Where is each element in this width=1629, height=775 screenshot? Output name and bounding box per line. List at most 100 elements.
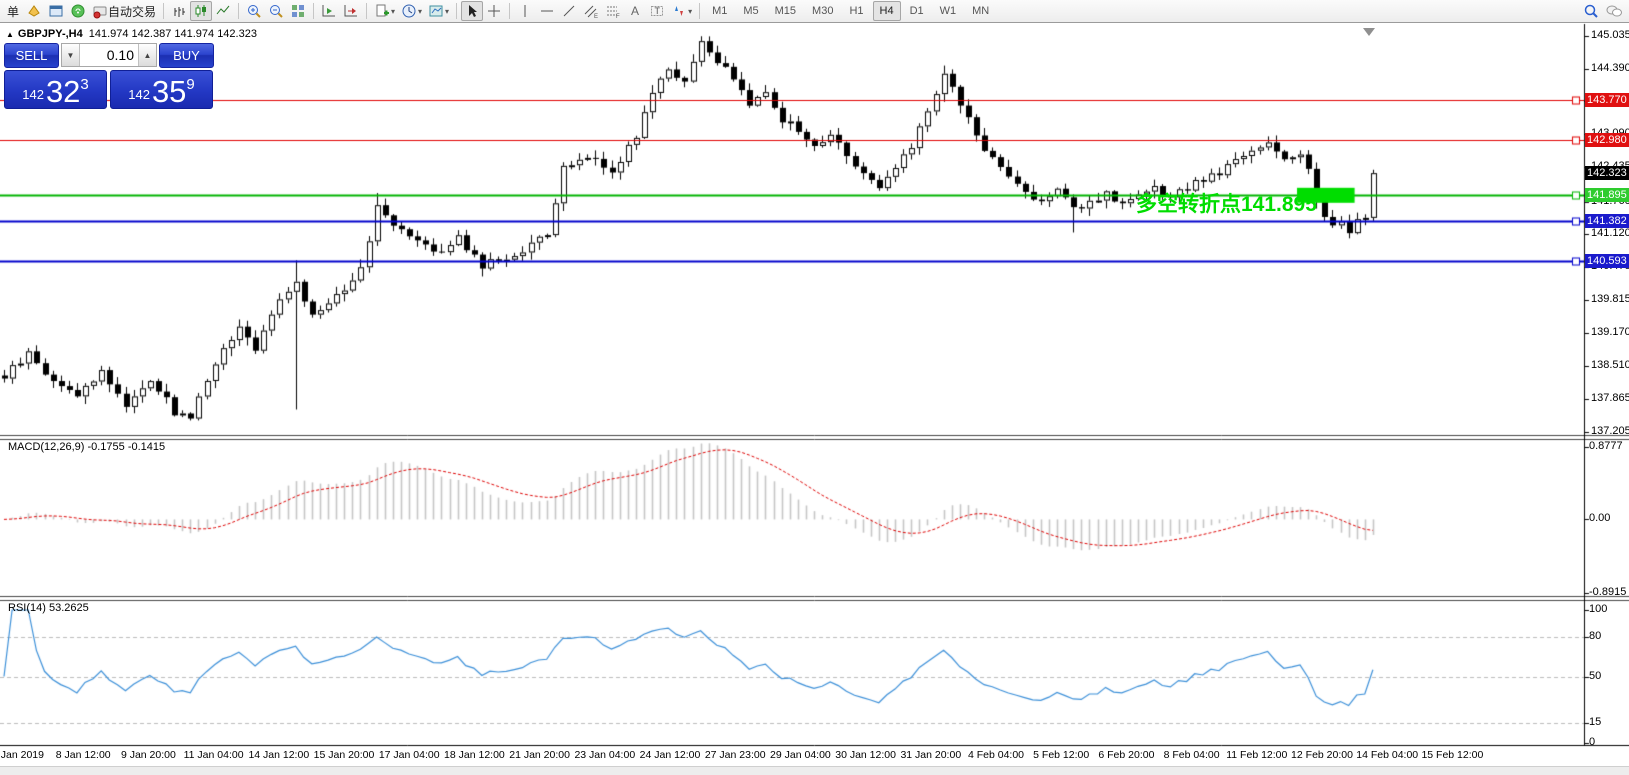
time-axis-label: 6 Feb 20:00 <box>1098 749 1155 761</box>
channel-button[interactable]: E <box>580 1 602 21</box>
rsi-tick-label: 80 <box>1589 629 1602 642</box>
search-icon <box>1584 4 1598 18</box>
line-chart-icon <box>216 5 230 15</box>
time-axis-label: 12 Feb 20:00 <box>1291 749 1353 761</box>
templates-button[interactable]: ▾ <box>425 1 452 21</box>
autotrading-button[interactable]: 自动交易 <box>89 1 159 21</box>
price-tick-label: 137.865 <box>1591 391 1629 404</box>
time-axis-label: 24 Jan 12:00 <box>639 749 701 761</box>
arrows-button[interactable]: ▾ <box>668 1 695 21</box>
fibonacci-button[interactable]: F <box>602 1 624 21</box>
rsi-tick-label: 50 <box>1589 669 1602 682</box>
sell-price-big: 32 <box>45 74 81 109</box>
collapse-panel-icon[interactable]: ▲ <box>6 30 14 39</box>
time-axis-label: 9 Jan 20:00 <box>120 749 176 761</box>
volume-increase-button[interactable]: ▲ <box>138 44 156 66</box>
time-axis-label: 29 Jan 04:00 <box>770 749 831 761</box>
sell-price-box[interactable]: 142 32 3 <box>4 70 107 109</box>
sell-price-prefix: 142 <box>22 87 44 102</box>
timeframe-button-W1[interactable]: W1 <box>933 1 964 21</box>
rsi-indicator-label: RSI(14) 53.2625 <box>8 602 89 614</box>
zoom-out-button[interactable] <box>265 1 287 21</box>
new-order-button[interactable]: 单 <box>3 1 23 21</box>
timeframe-button-H1[interactable]: H1 <box>842 1 870 21</box>
macd-indicator-label: MACD(12,26,9) -0.1755 -0.1415 <box>8 441 166 453</box>
macd-tick-label: -0.8915 <box>1589 585 1627 598</box>
tile-windows-button[interactable] <box>287 1 309 21</box>
chart-canvas[interactable] <box>0 0 1629 775</box>
volume-input[interactable]: 0.10 <box>80 44 138 66</box>
timeframe-button-M15[interactable]: M15 <box>768 1 803 21</box>
autotrading-icon <box>93 6 107 19</box>
crosshair-icon <box>488 5 501 17</box>
time-axis-label: 8 Feb 04:00 <box>1163 749 1220 761</box>
line-chart-button[interactable] <box>212 1 234 21</box>
buy-price-big: 35 <box>151 74 187 109</box>
chart-shift-icon <box>344 5 358 17</box>
indicators-button[interactable]: ▾ <box>371 1 398 21</box>
time-axis-label: 11 Feb 12:00 <box>1226 749 1288 761</box>
toolbar-separator <box>509 3 511 19</box>
time-axis-label: 8 Jan 12:00 <box>55 749 111 761</box>
timeframe-button-MN[interactable]: MN <box>965 1 996 21</box>
periods-button[interactable]: ▾ <box>398 1 425 21</box>
price-tick-label: 144.390 <box>1591 61 1629 74</box>
fibonacci-icon: F <box>607 6 620 19</box>
text-label-button[interactable]: T <box>646 1 668 21</box>
horizontal-line-icon <box>541 10 554 12</box>
indicators-dropdown-icon: ▾ <box>391 6 396 16</box>
price-tick-label: 137.205 <box>1591 425 1629 437</box>
metaeditor-button[interactable] <box>23 1 45 21</box>
timeframe-button-M5[interactable]: M5 <box>736 1 765 21</box>
chart-shift-button[interactable] <box>340 1 362 21</box>
one-click-trading-panel: SELL ▼ 0.10 ▲ BUY 142 32 3 142 35 9 <box>4 42 214 109</box>
buy-price-box[interactable]: 142 35 9 <box>110 70 213 109</box>
search-button[interactable] <box>1580 1 1602 21</box>
auto-scroll-icon <box>322 5 336 17</box>
mt4-window: 单 自动交易 ▾ ▾ ▾ E F A T ▾ M1 M5 M15 M30 H1 … <box>0 0 1629 775</box>
timeframe-button-M30[interactable]: M30 <box>805 1 840 21</box>
sell-button[interactable]: SELL <box>4 42 59 68</box>
time-axis-label: 14 Feb 04:00 <box>1356 749 1419 761</box>
metaeditor-icon <box>28 5 40 17</box>
time-axis-label: 23 Jan 04:00 <box>574 749 636 761</box>
pivot-annotation-text: 多空转折点141.895 <box>1136 193 1317 216</box>
svg-text:E: E <box>594 14 598 19</box>
templates-dropdown-icon: ▾ <box>445 6 450 16</box>
text-button[interactable]: A <box>624 1 646 21</box>
time-axis-label: 15 Feb 12:00 <box>1421 749 1484 761</box>
cursor-icon <box>469 5 478 17</box>
horizontal-line-button[interactable] <box>536 1 558 21</box>
price-tick-label: 141.120 <box>1591 227 1629 239</box>
time-axis-label: 30 Jan 12:00 <box>835 749 896 761</box>
new-chart-button[interactable] <box>45 1 67 21</box>
chat-button[interactable] <box>1602 1 1626 21</box>
zoom-in-button[interactable] <box>243 1 265 21</box>
time-axis-label: 14 Jan 12:00 <box>248 749 310 761</box>
auto-scroll-button[interactable] <box>318 1 340 21</box>
cursor-button[interactable] <box>461 1 484 21</box>
signal-icon <box>71 4 85 18</box>
buy-button[interactable]: BUY <box>159 42 214 68</box>
current-price-badge: 142.323 <box>1585 166 1629 181</box>
timeframe-button-M1[interactable]: M1 <box>705 1 734 21</box>
price-level-badge: 140.593 <box>1585 253 1629 268</box>
candlestick-chart-button[interactable] <box>190 1 213 21</box>
trendline-button[interactable] <box>558 1 580 21</box>
window-icon <box>49 5 63 17</box>
crosshair-button[interactable] <box>483 1 505 21</box>
bottom-status-strip <box>0 766 1629 775</box>
price-level-badge: 143.770 <box>1585 92 1629 107</box>
bar-chart-button[interactable] <box>168 1 190 21</box>
time-axis-label: 5 Feb 12:00 <box>1033 749 1090 761</box>
time-axis-label: 27 Jan 23:00 <box>704 749 766 761</box>
chart-shift-marker-icon[interactable] <box>1363 28 1375 36</box>
timeframe-button-H4[interactable]: H4 <box>872 1 901 21</box>
zoom-out-icon <box>270 5 283 18</box>
volume-stepper: ▼ 0.10 ▲ <box>61 43 157 67</box>
price-level-badge: 142.980 <box>1585 132 1629 147</box>
timeframe-button-D1[interactable]: D1 <box>903 1 931 21</box>
volume-decrease-button[interactable]: ▼ <box>62 44 80 66</box>
vertical-line-button[interactable] <box>514 1 536 21</box>
signals-button[interactable] <box>67 1 89 21</box>
